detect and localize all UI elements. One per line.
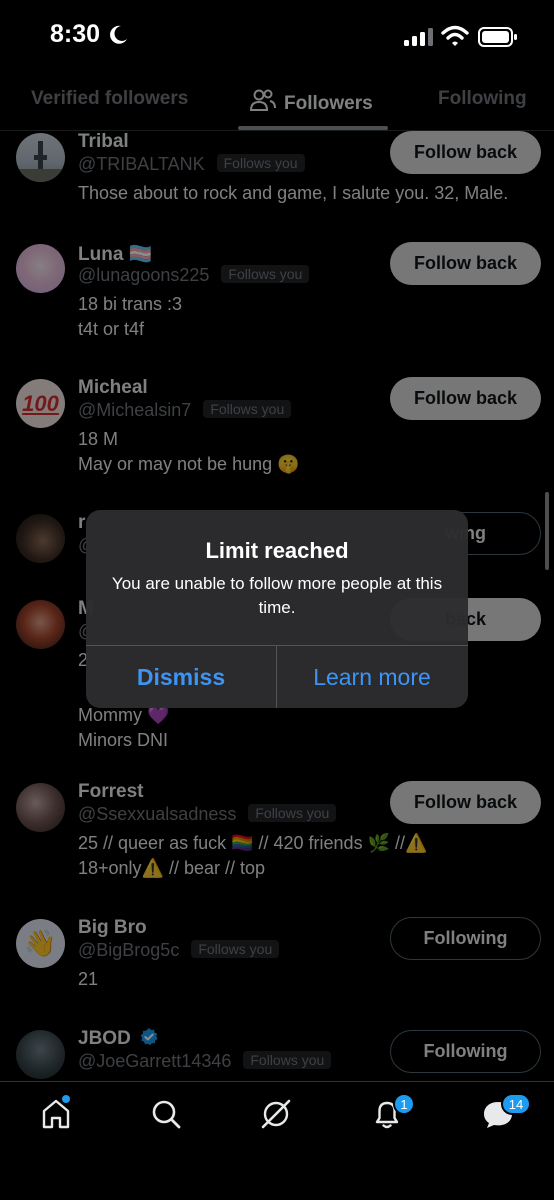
focus-moon-icon — [110, 25, 127, 44]
search-icon[interactable] — [150, 1098, 182, 1130]
limit-reached-alert: Limit reached You are unable to follow m… — [86, 510, 468, 708]
status-time: 8:30 — [50, 20, 101, 48]
dismiss-button[interactable]: Dismiss — [86, 646, 276, 708]
notifications-count-badge: 1 — [393, 1093, 415, 1115]
grok-icon[interactable] — [260, 1098, 292, 1130]
battery-icon — [478, 27, 517, 47]
messages-count-badge: 14 — [501, 1093, 531, 1115]
home-unread-dot — [62, 1095, 70, 1103]
status-bar: 8:30 — [0, 0, 554, 70]
alert-title: Limit reached — [205, 538, 349, 563]
wifi-icon — [441, 25, 469, 46]
bottom-tab-bar: 1 14 — [0, 1081, 554, 1200]
cellular-signal-icon — [404, 28, 433, 46]
alert-message: You are unable to follow more people at … — [111, 574, 443, 617]
learn-more-button[interactable]: Learn more — [277, 646, 467, 708]
